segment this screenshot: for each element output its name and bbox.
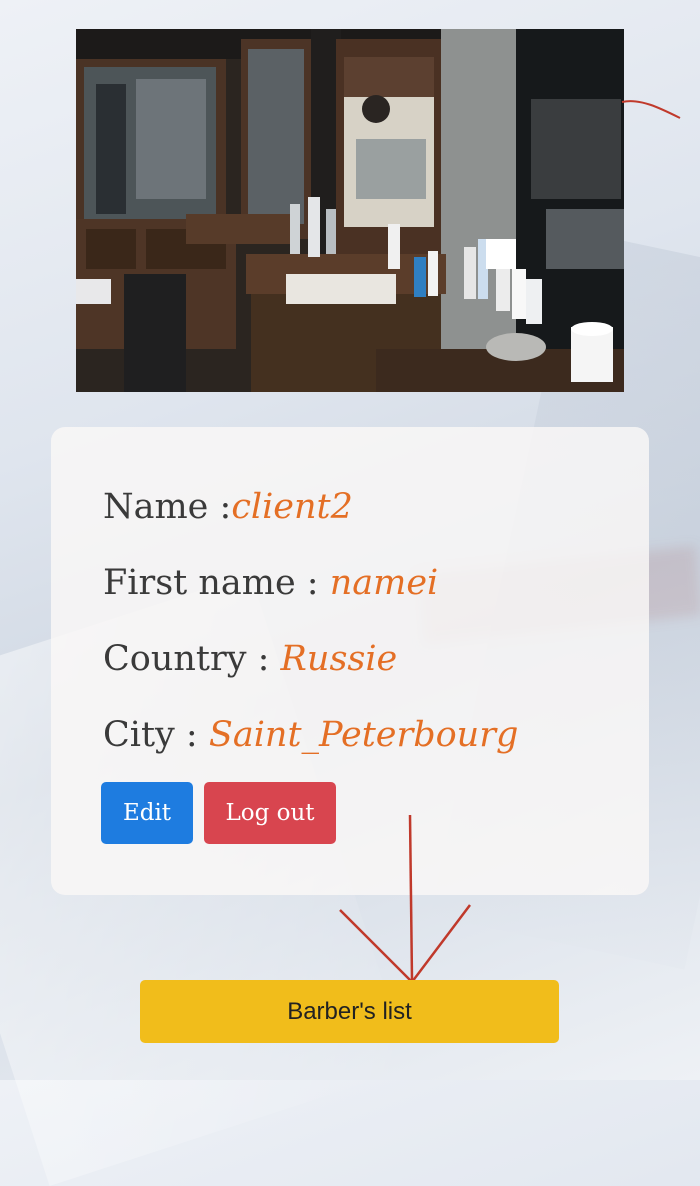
country-row: Country : Russie <box>103 639 397 679</box>
annotation-scribble <box>621 100 681 119</box>
barbershop-photo <box>76 29 624 392</box>
first-name-row: First name : namei <box>103 563 438 603</box>
country-label: Country : <box>103 639 281 679</box>
city-row: City : Saint_Peterbourg <box>103 715 518 755</box>
barbers-list-button[interactable]: Barber's list <box>140 980 559 1043</box>
name-value: client2 <box>231 487 353 527</box>
country-value: Russie <box>280 639 398 679</box>
first-name-label: First name : <box>103 563 330 603</box>
city-value: Saint_Peterbourg <box>208 715 519 755</box>
name-label: Name : <box>103 487 232 527</box>
edit-button[interactable]: Edit <box>101 782 193 844</box>
logout-button[interactable]: Log out <box>204 782 336 844</box>
name-row: Name :client2 <box>103 487 353 527</box>
first-name-value: namei <box>329 563 439 603</box>
annotation-arrow-icon <box>339 814 471 984</box>
city-label: City : <box>103 715 209 755</box>
